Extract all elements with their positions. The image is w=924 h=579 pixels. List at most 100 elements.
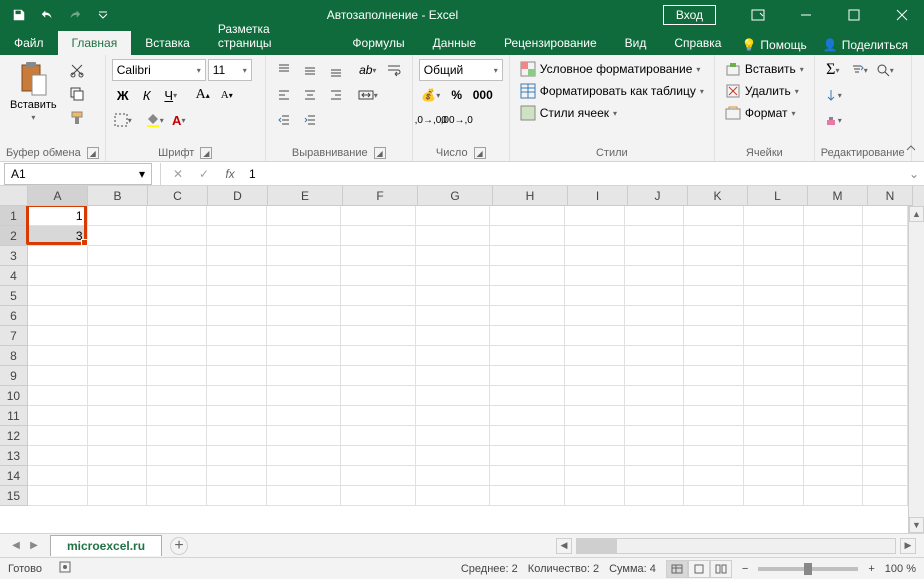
cell[interactable] — [625, 346, 685, 366]
cell[interactable] — [88, 386, 148, 406]
cell[interactable] — [565, 366, 625, 386]
cell[interactable] — [207, 246, 267, 266]
cell[interactable] — [684, 326, 744, 346]
insert-function-button[interactable]: fx — [217, 163, 243, 185]
cell[interactable] — [28, 406, 88, 426]
cell[interactable] — [341, 366, 416, 386]
cell[interactable] — [684, 246, 744, 266]
cell[interactable] — [28, 366, 88, 386]
cell[interactable] — [341, 426, 416, 446]
row-header[interactable]: 6 — [0, 306, 28, 326]
cell[interactable] — [147, 466, 207, 486]
horizontal-scrollbar[interactable] — [576, 538, 896, 554]
cell[interactable] — [267, 466, 342, 486]
tab-insert[interactable]: Вставка — [131, 31, 204, 55]
cell[interactable] — [863, 206, 908, 226]
cell[interactable] — [744, 466, 804, 486]
cell[interactable] — [207, 366, 267, 386]
borders-button[interactable]: ▾ — [112, 109, 134, 131]
align-top-button[interactable] — [272, 59, 296, 81]
row-header[interactable]: 1 — [0, 206, 28, 226]
cell[interactable] — [207, 346, 267, 366]
cell[interactable] — [565, 406, 625, 426]
cell[interactable] — [267, 226, 342, 246]
copy-button[interactable] — [65, 83, 89, 105]
column-header[interactable]: H — [493, 186, 568, 206]
tab-home[interactable]: Главная — [58, 31, 132, 55]
row-header[interactable]: 9 — [0, 366, 28, 386]
cell[interactable] — [490, 306, 565, 326]
cell[interactable] — [744, 366, 804, 386]
cell[interactable] — [28, 286, 88, 306]
autosum-button[interactable]: Σ▾ — [821, 59, 845, 81]
row-header[interactable]: 8 — [0, 346, 28, 366]
cell[interactable] — [88, 446, 148, 466]
cell[interactable] — [416, 446, 491, 466]
signin-button[interactable]: Вход — [663, 5, 716, 25]
align-right-button[interactable] — [324, 84, 348, 106]
cell[interactable] — [267, 246, 342, 266]
row-header[interactable]: 13 — [0, 446, 28, 466]
italic-button[interactable]: К — [136, 84, 158, 106]
expand-formula-bar-button[interactable]: ⌄ — [904, 167, 924, 181]
tab-file[interactable]: Файл — [0, 31, 58, 55]
cell[interactable] — [565, 306, 625, 326]
scroll-up-button[interactable]: ▲ — [909, 206, 924, 222]
cell[interactable] — [28, 306, 88, 326]
cell[interactable] — [625, 246, 685, 266]
close-button[interactable] — [880, 0, 924, 29]
column-header[interactable]: F — [343, 186, 418, 206]
cell[interactable] — [416, 286, 491, 306]
cell[interactable] — [565, 226, 625, 246]
cell[interactable] — [490, 406, 565, 426]
cell[interactable] — [207, 486, 267, 506]
cell[interactable] — [684, 446, 744, 466]
cell[interactable] — [147, 266, 207, 286]
cell[interactable] — [863, 306, 908, 326]
cell[interactable] — [565, 286, 625, 306]
percent-button[interactable]: % — [445, 84, 469, 106]
cell[interactable] — [341, 346, 416, 366]
find-select-button[interactable]: ▾ — [873, 59, 897, 81]
cell[interactable] — [565, 426, 625, 446]
cell[interactable] — [625, 326, 685, 346]
cell[interactable] — [341, 206, 416, 226]
column-header[interactable]: M — [808, 186, 868, 206]
cell[interactable] — [207, 446, 267, 466]
cell[interactable] — [416, 486, 491, 506]
cell[interactable] — [863, 266, 908, 286]
cell[interactable] — [863, 446, 908, 466]
worksheet-grid[interactable]: ABCDEFGHIJKLMN 11233456789101112131415 ▲… — [0, 186, 924, 533]
cell[interactable] — [88, 246, 148, 266]
sheet-tab[interactable]: microexcel.ru — [50, 535, 162, 556]
row-header[interactable]: 2 — [0, 226, 28, 246]
cell[interactable] — [490, 286, 565, 306]
cell[interactable] — [744, 346, 804, 366]
cell[interactable] — [490, 466, 565, 486]
cut-button[interactable] — [65, 59, 89, 81]
cell[interactable] — [341, 226, 416, 246]
increase-font-button[interactable]: A▴ — [192, 84, 214, 106]
format-cells-button[interactable]: Формат▾ — [721, 103, 800, 123]
cell[interactable] — [341, 246, 416, 266]
cell[interactable] — [416, 366, 491, 386]
cell[interactable] — [267, 286, 342, 306]
enter-formula-button[interactable]: ✓ — [191, 163, 217, 185]
column-header[interactable]: G — [418, 186, 493, 206]
bold-button[interactable]: Ж — [112, 84, 134, 106]
align-center-button[interactable] — [298, 84, 322, 106]
align-middle-button[interactable] — [298, 59, 322, 81]
ribbon-display-options-button[interactable] — [736, 0, 780, 29]
column-header[interactable]: A — [28, 186, 88, 206]
align-bottom-button[interactable] — [324, 59, 348, 81]
cell[interactable]: 3 — [28, 226, 88, 246]
fill-button[interactable]: ▾ — [821, 84, 845, 106]
cell[interactable] — [416, 466, 491, 486]
cell[interactable] — [490, 326, 565, 346]
column-header[interactable]: K — [688, 186, 748, 206]
cell[interactable] — [267, 366, 342, 386]
cell[interactable] — [684, 226, 744, 246]
cell[interactable] — [565, 466, 625, 486]
column-header[interactable]: D — [208, 186, 268, 206]
cell[interactable] — [341, 306, 416, 326]
